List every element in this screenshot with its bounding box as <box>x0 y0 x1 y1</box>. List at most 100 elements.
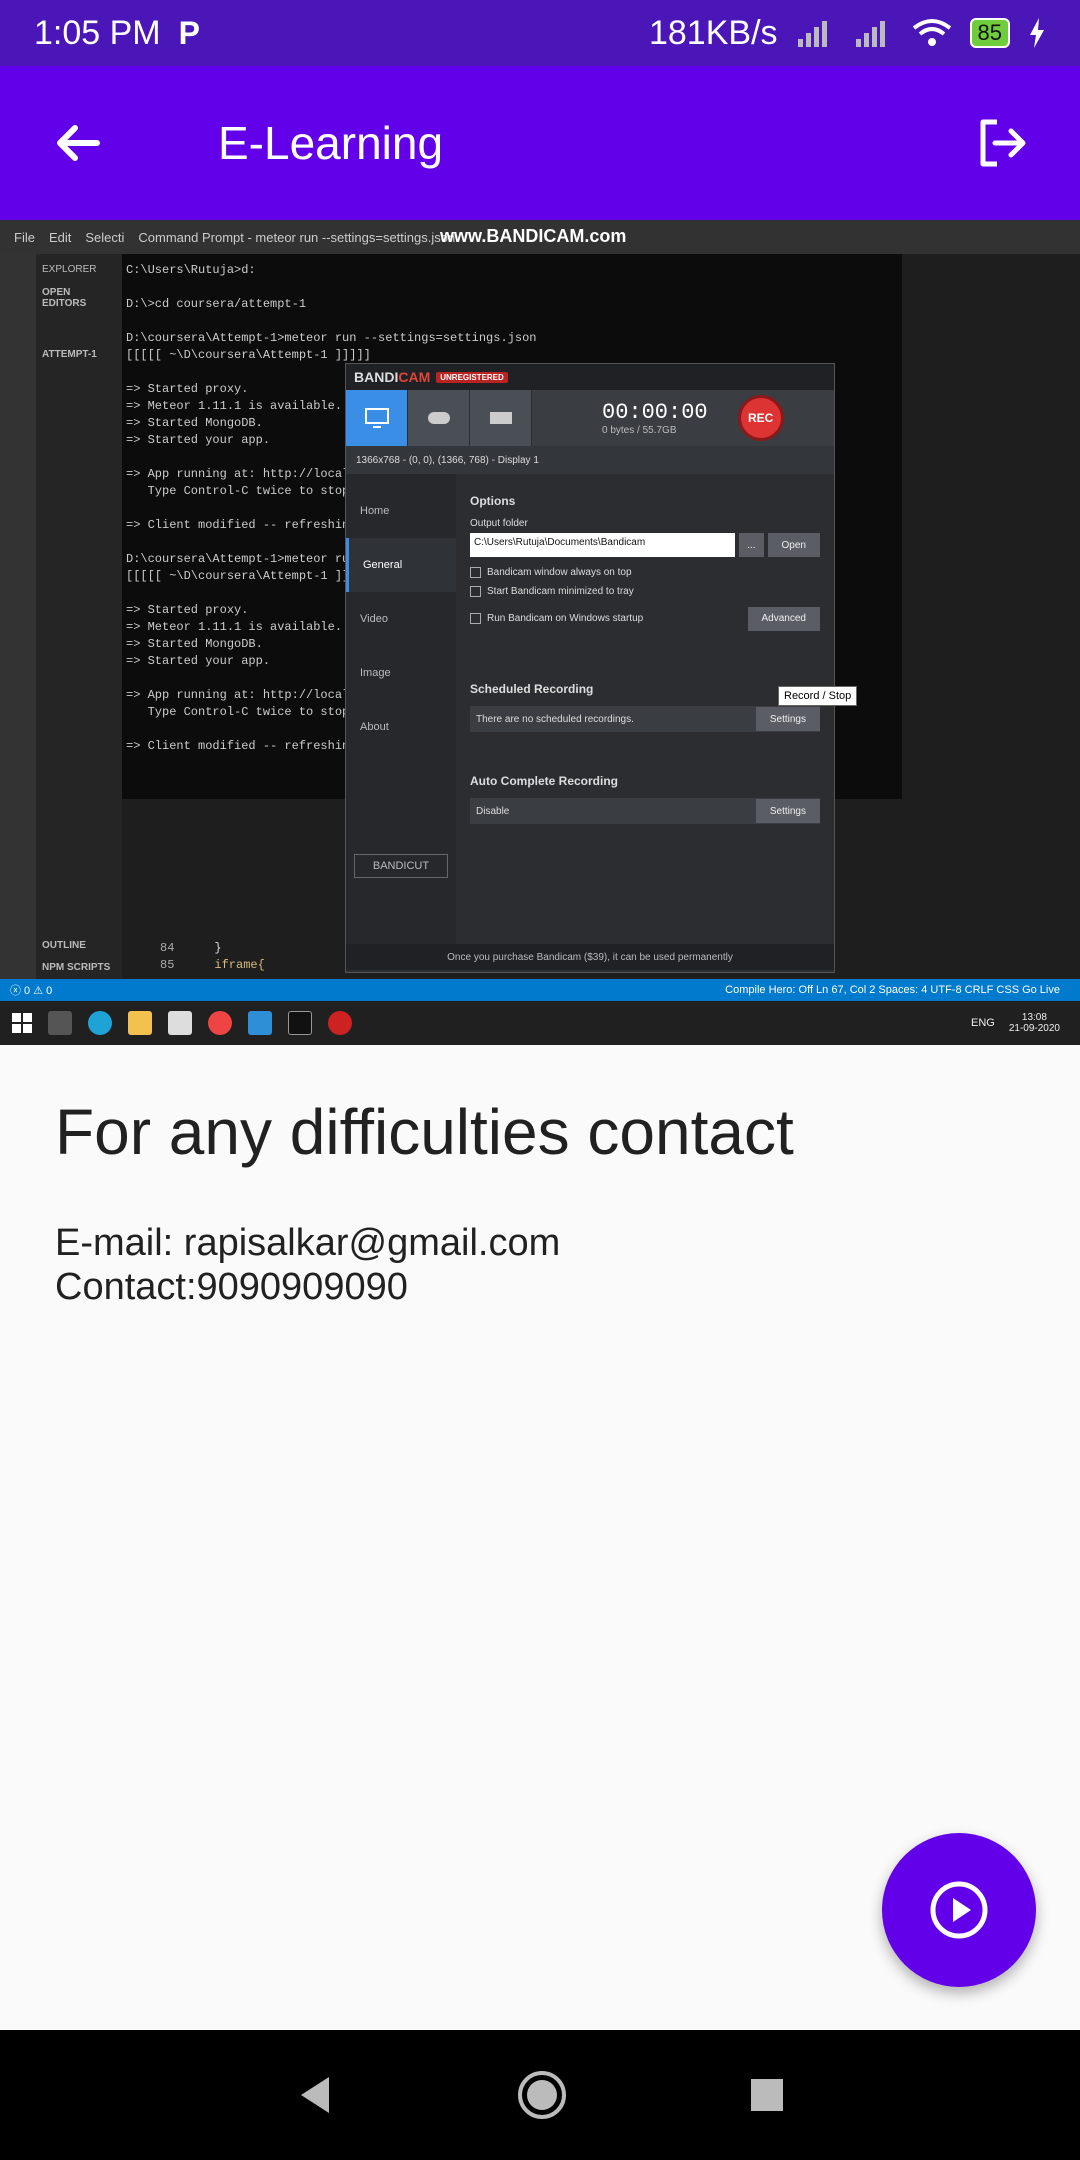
region-label: 1366x768 - (0, 0), (1366, 768) - Display… <box>346 446 834 474</box>
problems-count: ⓧ 0 ⚠ 0 <box>10 985 53 997</box>
bandicam-toolbar: 00:00:00 0 bytes / 55.7GB REC <box>346 390 834 446</box>
editor-minimap <box>902 254 1080 1000</box>
nav-general[interactable]: General <box>346 538 456 592</box>
npm-scripts-label: NPM SCRIPTS <box>42 962 111 973</box>
recording-timer: 00:00:00 <box>602 400 708 425</box>
hdmi-mode-button[interactable] <box>470 390 532 446</box>
monitor-icon <box>364 408 389 428</box>
taskbar-date: 21-09-2020 <box>1008 1023 1060 1034</box>
chrome-icon <box>208 1011 232 1035</box>
contact-section: For any difficulties contact E-mail: rap… <box>55 1095 1035 1309</box>
open-editors-label: OPEN EDITORS <box>42 287 87 309</box>
explorer-label: EXPLORER <box>42 264 97 275</box>
always-on-top-checkbox[interactable]: Bandicam window always on top <box>470 567 820 578</box>
nav-about[interactable]: About <box>346 700 456 754</box>
bandicam-watermark: www.BANDICAM.com <box>440 226 627 246</box>
contact-phone: Contact:9090909090 <box>55 1266 408 1308</box>
edge-icon <box>88 1011 112 1035</box>
taskbar-time: 13:08 <box>1021 1012 1047 1023</box>
code-text: } <box>214 941 222 955</box>
nav-back-icon[interactable] <box>295 2073 335 2117</box>
record-tooltip: Record / Stop <box>778 686 858 706</box>
folder-icon <box>128 1011 152 1035</box>
bandicam-footer: Once you purchase Bandicam ($39), it can… <box>346 944 834 970</box>
auto-complete-heading: Auto Complete Recording <box>470 774 619 788</box>
nav-video[interactable]: Video <box>346 592 456 646</box>
cmd-window-title: Command Prompt - meteor run --settings=s… <box>138 229 456 245</box>
vscode-icon <box>248 1011 272 1035</box>
tutorial-screenshot: File Edit Selecti Command Prompt - meteo… <box>0 220 1080 1045</box>
back-button[interactable] <box>48 113 108 173</box>
logout-icon <box>980 119 1026 167</box>
wifi-icon <box>912 19 951 46</box>
bandicam-content: Options Output folder C:\Users\Rutuja\Do… <box>456 474 834 944</box>
menu-selection: Selecti <box>85 229 125 245</box>
shield-icon <box>168 1011 192 1035</box>
bandicam-nav: Home General Video Image About BANDICUT <box>346 474 456 944</box>
app-bar: E-Learning <box>0 66 1080 220</box>
scheduled-settings-button[interactable]: Settings <box>755 707 820 731</box>
nav-image[interactable]: Image <box>346 646 456 700</box>
auto-complete-value: Disable <box>476 805 510 817</box>
nav-home[interactable]: Home <box>346 484 456 538</box>
editor-status: Compile Hero: Off Ln 67, Col 2 Spaces: 4… <box>725 984 1060 996</box>
play-button[interactable] <box>882 1833 1036 1987</box>
menu-edit: Edit <box>48 229 72 245</box>
network-speed: 181KB/s <box>648 13 778 52</box>
gamepad-icon <box>427 412 450 424</box>
auto-complete-settings-button[interactable]: Settings <box>755 799 820 823</box>
hdmi-icon <box>489 412 512 424</box>
code-text: iframe{ <box>214 958 265 972</box>
menu-file: File <box>14 229 35 245</box>
logout-button[interactable] <box>972 113 1032 173</box>
nav-recents-icon[interactable] <box>749 2077 785 2113</box>
bandicam-icon <box>328 1011 352 1035</box>
attempt-label: ATTEMPT-1 <box>42 349 97 360</box>
vscode-sidebar: EXPLORER OPEN EDITORS ATTEMPT-1 OUTLINE … <box>36 254 122 1000</box>
code-lines: 84} 85 iframe{ <box>160 940 265 974</box>
arrow-left-icon <box>57 125 100 161</box>
nav-home-icon[interactable] <box>515 2068 569 2122</box>
status-time: 1:05 PM <box>34 13 161 52</box>
open-button[interactable]: Open <box>767 533 820 557</box>
output-folder-label: Output folder <box>470 518 528 529</box>
task-view-icon <box>48 1011 72 1035</box>
bandicut-button[interactable]: BANDICUT <box>354 854 448 878</box>
browse-button[interactable]: ... <box>739 533 764 557</box>
bandicam-window: BANDICAM UNREGISTERED 00:00:00 0 bytes /… <box>345 363 835 973</box>
recording-size: 0 bytes / 55.7GB <box>602 425 677 436</box>
status-bar: 1:05 PM P 181KB/s 85 <box>0 0 1080 66</box>
play-circle-icon <box>930 1881 988 1939</box>
terminal-icon <box>288 1011 312 1035</box>
signal-icon-2 <box>855 21 885 47</box>
battery-icon: 85 <box>969 18 1010 48</box>
windows-start-icon <box>12 1013 32 1033</box>
options-heading: Options <box>470 494 516 508</box>
scheduled-heading: Scheduled Recording <box>470 682 594 696</box>
windows-taskbar: ENG 13:08 21-09-2020 <box>0 1001 1080 1045</box>
system-nav-bar <box>0 2030 1080 2160</box>
line-number: 84 <box>160 941 175 955</box>
bandicam-brand: BANDICAM <box>354 369 431 385</box>
run-on-startup-checkbox[interactable]: Run Bandicam on Windows startup <box>470 613 643 624</box>
carrier-icon: P <box>178 14 200 51</box>
signal-icon <box>797 21 827 47</box>
line-number: 85 <box>160 958 175 972</box>
charging-icon <box>1030 18 1044 48</box>
advanced-button[interactable]: Advanced <box>747 606 820 631</box>
outline-label: OUTLINE <box>42 940 86 951</box>
page-title: E-Learning <box>218 117 444 169</box>
record-button[interactable]: REC <box>737 395 784 441</box>
contact-email: E-mail: rapisalkar@gmail.com <box>55 1222 561 1264</box>
vscode-activity-bar <box>0 254 36 1000</box>
taskbar-lang: ENG <box>971 1017 995 1029</box>
start-minimized-checkbox[interactable]: Start Bandicam minimized to tray <box>470 586 820 597</box>
vscode-statusbar: ⓧ 0 ⚠ 0 Compile Hero: Off Ln 67, Col 2 S… <box>0 979 1080 1001</box>
screen-mode-button[interactable] <box>346 390 408 446</box>
output-folder-field[interactable]: C:\Users\Rutuja\Documents\Bandicam <box>470 533 736 557</box>
no-scheduled-text: There are no scheduled recordings. <box>476 713 634 725</box>
unregistered-badge: UNREGISTERED <box>436 371 508 383</box>
game-mode-button[interactable] <box>408 390 470 446</box>
bandicam-titlebar: BANDICAM UNREGISTERED <box>346 364 834 390</box>
contact-heading: For any difficulties contact <box>55 1096 794 1168</box>
